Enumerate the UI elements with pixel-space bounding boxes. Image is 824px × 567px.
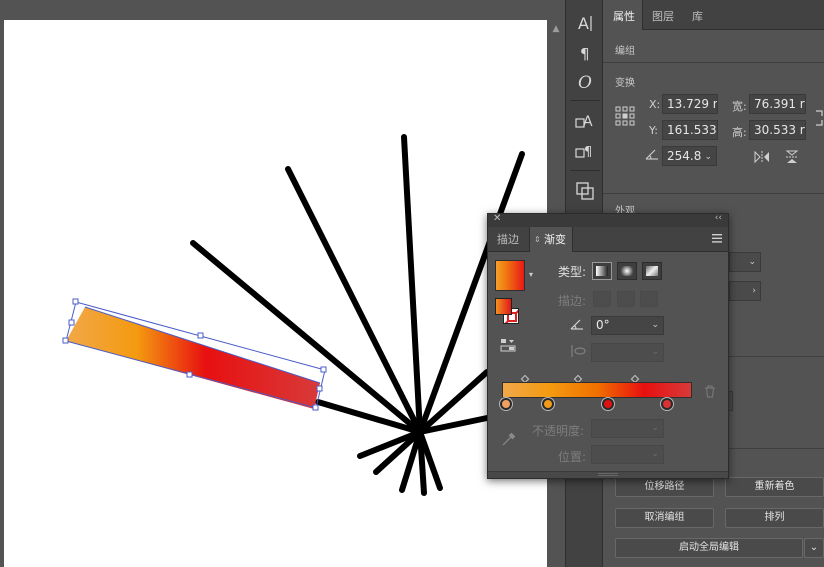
freeform-gradient-button[interactable]	[642, 262, 662, 280]
angle-icon	[645, 148, 659, 163]
burst-line	[401, 134, 423, 435]
height-label: 高:	[732, 126, 747, 139]
gradient-slider[interactable]	[502, 382, 692, 398]
height-field[interactable]: 30.533 r	[749, 120, 806, 140]
chevron-down-icon[interactable]: ⌄	[748, 253, 756, 271]
svg-text:A: A	[578, 14, 589, 33]
gradient-stop[interactable]	[541, 398, 554, 410]
tab-gradient[interactable]: ⇕ 渐变	[529, 227, 573, 252]
offset-path-button[interactable]: 位移路径	[615, 477, 714, 497]
chevron-right-icon[interactable]: ›	[752, 282, 756, 300]
starburst-lines	[190, 134, 525, 496]
gradient-angle-field[interactable]: 0° ⌄	[591, 316, 664, 335]
aspect-ratio-field[interactable]: ⌄	[591, 343, 664, 362]
angle-icon	[570, 318, 584, 333]
chevron-down-icon[interactable]: ⌄	[651, 317, 659, 334]
x-field[interactable]: 13.729 r	[662, 94, 718, 114]
artwork[interactable]	[0, 0, 565, 567]
stroke-within-button[interactable]	[593, 291, 611, 307]
flip-vertical-icon[interactable]	[784, 150, 800, 167]
selection-handle	[72, 298, 79, 305]
recolor-button[interactable]: 重新着色	[725, 477, 824, 497]
y-label: Y:	[649, 124, 658, 137]
svg-text:¶: ¶	[580, 45, 590, 62]
tab-gradient-label: 渐变	[544, 233, 566, 246]
selection-handle	[68, 319, 75, 326]
y-field[interactable]: 161.533	[662, 120, 718, 140]
start-global-edit-button[interactable]: 启动全局编辑	[615, 538, 803, 558]
fill-stroke-swatches[interactable]	[495, 298, 521, 324]
collapse-icon[interactable]: ‹‹	[715, 213, 722, 223]
tab-properties[interactable]: 属性	[603, 0, 643, 30]
reverse-gradient-icon[interactable]	[500, 338, 516, 355]
stroke-along-button[interactable]	[617, 291, 635, 307]
svg-text:A: A	[583, 114, 593, 130]
constrain-proportions-icon[interactable]	[814, 108, 824, 131]
panel-menu-icon[interactable]	[712, 234, 722, 243]
area-type-icon[interactable]: A	[572, 12, 598, 34]
global-edit-options-button[interactable]: ⌄	[804, 538, 824, 558]
tab-layers[interactable]: 图层	[652, 0, 686, 30]
scroll-up-arrow[interactable]: ▲	[551, 24, 561, 34]
location-label: 位置:	[558, 450, 587, 464]
aspect-ratio-icon	[570, 344, 586, 361]
flip-horizontal-icon[interactable]	[754, 150, 770, 167]
svg-text:¶: ¶	[584, 145, 592, 160]
selection-handle	[316, 385, 323, 392]
x-label: X:	[649, 98, 661, 111]
transform-title: 变换	[615, 78, 635, 89]
width-field[interactable]: 76.391 r	[749, 94, 806, 114]
tab-stroke[interactable]: 描边	[497, 227, 531, 252]
gradient-panel-titlebar[interactable]: ✕ ‹‹	[488, 213, 728, 227]
stroke-label: 描边:	[558, 294, 587, 308]
gradient-stop[interactable]	[499, 398, 512, 410]
tab-libraries[interactable]: 库	[692, 0, 722, 30]
selection-handle	[197, 332, 204, 339]
stroke-weight-field[interactable]: ›	[729, 281, 761, 301]
gradient-angle-value: 0°	[596, 318, 610, 332]
width-label: 宽:	[732, 100, 747, 113]
delete-stop-icon[interactable]	[704, 385, 716, 401]
svg-text:O: O	[578, 73, 592, 92]
arrange-button[interactable]: 排列	[725, 508, 824, 528]
close-icon[interactable]: ✕	[493, 213, 501, 224]
properties-tabbar: 属性 图层 库	[603, 0, 824, 30]
opacity-label: 不透明度:	[532, 424, 585, 438]
panel-resize-bar[interactable]	[488, 471, 728, 478]
eyedropper-icon[interactable]	[501, 431, 517, 450]
gradient-panel-tabs: 描边 ⇕ 渐变	[488, 227, 728, 252]
stop-opacity-field[interactable]: ⌄	[591, 419, 664, 438]
paragraph-styles-icon[interactable]: ¶	[572, 140, 598, 162]
gradient-swatch[interactable]	[495, 260, 525, 291]
chevron-down-icon[interactable]: ⌄	[651, 420, 659, 437]
fill-dropdown[interactable]: ⌄	[729, 252, 761, 272]
gradient-panel: ✕ ‹‹ 描边 ⇕ 渐变 ▾ 类型: 描边: 0° ⌄ ⌄ 不透明度: ⌄ 位置…	[487, 213, 729, 479]
rotate-angle-field[interactable]: 254.8 ⌄	[662, 146, 717, 166]
character-styles-icon[interactable]: A	[572, 110, 598, 132]
ungroup-button[interactable]: 取消编组	[615, 508, 714, 528]
gradient-stop[interactable]	[602, 398, 615, 410]
rotate-angle-value: 254.8	[667, 149, 702, 163]
selection-handle	[186, 371, 193, 378]
radial-gradient-button[interactable]	[617, 262, 637, 280]
object-type-label: 编组	[615, 46, 635, 57]
swatch-dropdown-caret[interactable]: ▾	[529, 270, 533, 279]
chevron-down-icon[interactable]: ⌄	[651, 446, 659, 463]
reference-point-icon[interactable]	[615, 106, 635, 129]
updown-arrows-icon: ⇕	[534, 235, 541, 244]
selection-handle	[320, 366, 327, 373]
linear-gradient-button[interactable]	[592, 262, 612, 280]
paragraph-icon[interactable]: ¶	[572, 42, 598, 64]
stop-location-field[interactable]: ⌄	[591, 445, 664, 464]
opentype-icon[interactable]: O	[572, 71, 598, 93]
chevron-down-icon[interactable]: ⌄	[651, 344, 659, 361]
selection-handle	[62, 337, 69, 344]
gradient-stop[interactable]	[661, 398, 674, 410]
pasteboard[interactable]: ▲	[0, 0, 565, 567]
selection-handle	[312, 404, 319, 411]
type-label: 类型:	[558, 265, 587, 279]
chevron-down-icon[interactable]: ⌄	[704, 148, 712, 165]
stroke-across-button[interactable]	[640, 291, 658, 307]
pathfinder-icon[interactable]	[572, 180, 598, 202]
